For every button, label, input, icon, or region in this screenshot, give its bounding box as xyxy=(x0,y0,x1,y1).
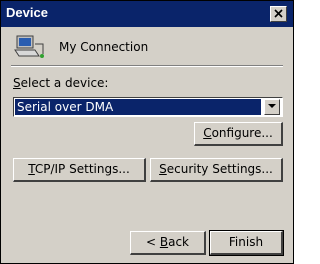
divider xyxy=(11,65,283,67)
security-settings-button[interactable]: Security Settings... xyxy=(150,158,283,182)
tcpip-settings-button[interactable]: TCP/IP Settings... xyxy=(13,158,146,182)
device-select-value: Serial over DMA xyxy=(15,99,261,115)
configure-button[interactable]: Configure... xyxy=(194,122,283,146)
computer-connection-icon xyxy=(14,35,44,58)
device-dropdown-button[interactable] xyxy=(264,99,280,115)
chevron-down-icon xyxy=(268,104,276,108)
back-button[interactable]: < Back xyxy=(130,231,206,255)
connection-name: My Connection xyxy=(59,40,149,54)
device-select[interactable]: Serial over DMA xyxy=(13,97,283,117)
title-bar: Device xyxy=(1,1,293,27)
device-dialog: Device My Connection Select a device: Se… xyxy=(0,0,294,264)
close-button[interactable] xyxy=(270,6,287,22)
close-icon xyxy=(274,9,283,18)
select-device-label: Select a device: xyxy=(13,76,109,90)
finish-button[interactable]: Finish xyxy=(209,230,284,256)
dialog-title: Device xyxy=(6,5,48,20)
